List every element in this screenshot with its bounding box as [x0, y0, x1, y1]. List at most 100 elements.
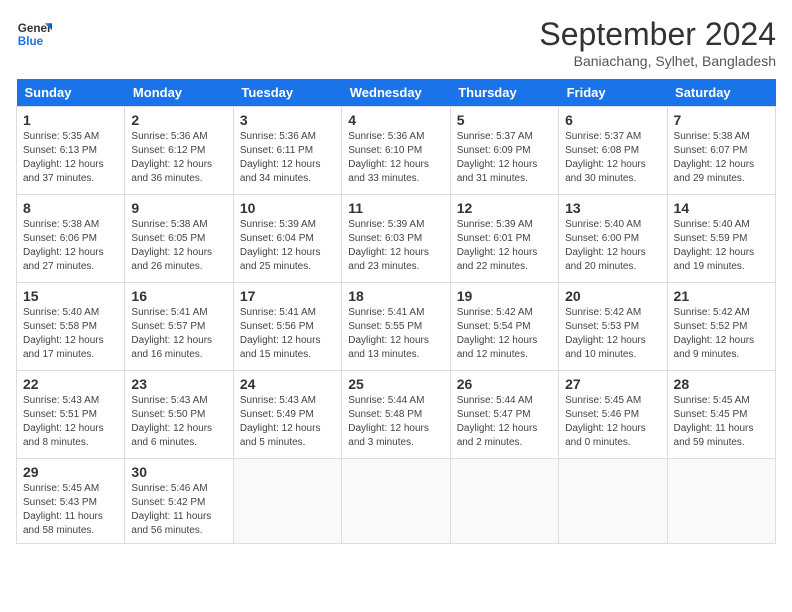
day-info: Sunrise: 5:36 AM Sunset: 6:12 PM Dayligh…: [131, 130, 226, 186]
table-row: 12 Sunrise: 5:39 AM Sunset: 6:01 PM Dayli…: [450, 195, 558, 283]
calendar-title: September 2024: [539, 16, 776, 53]
table-row: 27 Sunrise: 5:45 AM Sunset: 5:46 PM Dayli…: [559, 371, 667, 459]
day-info: Sunrise: 5:42 AM Sunset: 5:54 PM Dayligh…: [457, 306, 552, 362]
table-row: 6 Sunrise: 5:37 AM Sunset: 6:08 PM Daylig…: [559, 107, 667, 195]
day-info: Sunrise: 5:39 AM Sunset: 6:03 PM Dayligh…: [348, 218, 443, 274]
day-number: 28: [674, 376, 769, 392]
day-info: Sunrise: 5:38 AM Sunset: 6:06 PM Dayligh…: [23, 218, 118, 274]
table-row: 26 Sunrise: 5:44 AM Sunset: 5:47 PM Dayli…: [450, 371, 558, 459]
logo: General Blue: [16, 16, 52, 52]
day-number: 30: [131, 464, 226, 480]
day-number: 19: [457, 288, 552, 304]
day-number: 18: [348, 288, 443, 304]
day-info: Sunrise: 5:36 AM Sunset: 6:11 PM Dayligh…: [240, 130, 335, 186]
table-row: [342, 459, 450, 544]
day-number: 5: [457, 112, 552, 128]
day-number: 4: [348, 112, 443, 128]
table-row: 11Sunrise: 5:39 AM Sunset: 6:03 PM Dayli…: [342, 195, 450, 283]
day-number: 22: [23, 376, 118, 392]
table-row: 13 Sunrise: 5:40 AM Sunset: 6:00 PM Dayli…: [559, 195, 667, 283]
table-row: 24 Sunrise: 5:43 AM Sunset: 5:49 PM Dayli…: [233, 371, 341, 459]
day-info: Sunrise: 5:38 AM Sunset: 6:07 PM Dayligh…: [674, 130, 769, 186]
col-monday: Monday: [125, 79, 233, 107]
day-number: 12: [457, 200, 552, 216]
header-row: Sunday Monday Tuesday Wednesday Thursday…: [17, 79, 776, 107]
calendar-week-row: 29Sunrise: 5:45 AM Sunset: 5:43 PM Dayli…: [17, 459, 776, 544]
table-row: 9 Sunrise: 5:38 AM Sunset: 6:05 PM Daylig…: [125, 195, 233, 283]
table-row: 1 Sunrise: 5:35 AM Sunset: 6:13 PM Daylig…: [17, 107, 125, 195]
table-row: [233, 459, 341, 544]
table-row: 5 Sunrise: 5:37 AM Sunset: 6:09 PM Daylig…: [450, 107, 558, 195]
col-wednesday: Wednesday: [342, 79, 450, 107]
day-info: Sunrise: 5:37 AM Sunset: 6:08 PM Dayligh…: [565, 130, 660, 186]
day-number: 7: [674, 112, 769, 128]
day-number: 3: [240, 112, 335, 128]
day-info: Sunrise: 5:37 AM Sunset: 6:09 PM Dayligh…: [457, 130, 552, 186]
table-row: 18 Sunrise: 5:41 AM Sunset: 5:55 PM Dayli…: [342, 283, 450, 371]
day-number: 6: [565, 112, 660, 128]
table-row: 10 Sunrise: 5:39 AM Sunset: 6:04 PM Dayli…: [233, 195, 341, 283]
day-number: 8: [23, 200, 118, 216]
table-row: 14 Sunrise: 5:40 AM Sunset: 5:59 PM Dayli…: [667, 195, 775, 283]
day-info: Sunrise: 5:41 AM Sunset: 5:57 PM Dayligh…: [131, 306, 226, 362]
day-info: Sunrise: 5:43 AM Sunset: 5:50 PM Dayligh…: [131, 394, 226, 450]
table-row: 4 Sunrise: 5:36 AM Sunset: 6:10 PM Daylig…: [342, 107, 450, 195]
day-info: Sunrise: 5:45 AM Sunset: 5:45 PM Dayligh…: [674, 394, 769, 450]
day-number: 15: [23, 288, 118, 304]
table-row: [450, 459, 558, 544]
table-row: 8 Sunrise: 5:38 AM Sunset: 6:06 PM Daylig…: [17, 195, 125, 283]
table-row: 29Sunrise: 5:45 AM Sunset: 5:43 PM Dayli…: [17, 459, 125, 544]
day-info: Sunrise: 5:38 AM Sunset: 6:05 PM Dayligh…: [131, 218, 226, 274]
day-number: 17: [240, 288, 335, 304]
day-number: 1: [23, 112, 118, 128]
table-row: 3 Sunrise: 5:36 AM Sunset: 6:11 PM Daylig…: [233, 107, 341, 195]
day-number: 26: [457, 376, 552, 392]
table-row: 15Sunrise: 5:40 AM Sunset: 5:58 PM Dayli…: [17, 283, 125, 371]
calendar-table: Sunday Monday Tuesday Wednesday Thursday…: [16, 79, 776, 544]
day-info: Sunrise: 5:41 AM Sunset: 5:55 PM Dayligh…: [348, 306, 443, 362]
day-number: 13: [565, 200, 660, 216]
calendar-week-row: 15Sunrise: 5:40 AM Sunset: 5:58 PM Dayli…: [17, 283, 776, 371]
day-number: 16: [131, 288, 226, 304]
col-saturday: Saturday: [667, 79, 775, 107]
table-row: 25Sunrise: 5:44 AM Sunset: 5:48 PM Dayli…: [342, 371, 450, 459]
day-number: 20: [565, 288, 660, 304]
svg-text:Blue: Blue: [18, 35, 44, 48]
day-info: Sunrise: 5:35 AM Sunset: 6:13 PM Dayligh…: [23, 130, 118, 186]
day-info: Sunrise: 5:39 AM Sunset: 6:04 PM Dayligh…: [240, 218, 335, 274]
day-number: 10: [240, 200, 335, 216]
table-row: 19 Sunrise: 5:42 AM Sunset: 5:54 PM Dayli…: [450, 283, 558, 371]
day-number: 27: [565, 376, 660, 392]
table-row: 20 Sunrise: 5:42 AM Sunset: 5:53 PM Dayli…: [559, 283, 667, 371]
table-row: 28 Sunrise: 5:45 AM Sunset: 5:45 PM Dayli…: [667, 371, 775, 459]
day-info: Sunrise: 5:44 AM Sunset: 5:47 PM Dayligh…: [457, 394, 552, 450]
day-number: 14: [674, 200, 769, 216]
day-info: Sunrise: 5:45 AM Sunset: 5:46 PM Dayligh…: [565, 394, 660, 450]
table-row: 16 Sunrise: 5:41 AM Sunset: 5:57 PM Dayli…: [125, 283, 233, 371]
day-number: 9: [131, 200, 226, 216]
table-row: 23Sunrise: 5:43 AM Sunset: 5:50 PM Dayli…: [125, 371, 233, 459]
title-area: September 2024 Baniachang, Sylhet, Bangl…: [539, 16, 776, 69]
day-info: Sunrise: 5:45 AM Sunset: 5:43 PM Dayligh…: [23, 482, 118, 538]
day-info: Sunrise: 5:40 AM Sunset: 6:00 PM Dayligh…: [565, 218, 660, 274]
day-info: Sunrise: 5:42 AM Sunset: 5:52 PM Dayligh…: [674, 306, 769, 362]
day-info: Sunrise: 5:46 AM Sunset: 5:42 PM Dayligh…: [131, 482, 226, 538]
day-info: Sunrise: 5:36 AM Sunset: 6:10 PM Dayligh…: [348, 130, 443, 186]
table-row: 17 Sunrise: 5:41 AM Sunset: 5:56 PM Dayli…: [233, 283, 341, 371]
calendar-week-row: 1 Sunrise: 5:35 AM Sunset: 6:13 PM Daylig…: [17, 107, 776, 195]
table-row: 30 Sunrise: 5:46 AM Sunset: 5:42 PM Dayli…: [125, 459, 233, 544]
col-tuesday: Tuesday: [233, 79, 341, 107]
table-row: 22 Sunrise: 5:43 AM Sunset: 5:51 PM Dayli…: [17, 371, 125, 459]
col-friday: Friday: [559, 79, 667, 107]
logo-icon: General Blue: [16, 16, 52, 52]
day-info: Sunrise: 5:43 AM Sunset: 5:51 PM Dayligh…: [23, 394, 118, 450]
col-sunday: Sunday: [17, 79, 125, 107]
day-info: Sunrise: 5:39 AM Sunset: 6:01 PM Dayligh…: [457, 218, 552, 274]
table-row: 7 Sunrise: 5:38 AM Sunset: 6:07 PM Daylig…: [667, 107, 775, 195]
day-info: Sunrise: 5:42 AM Sunset: 5:53 PM Dayligh…: [565, 306, 660, 362]
day-info: Sunrise: 5:41 AM Sunset: 5:56 PM Dayligh…: [240, 306, 335, 362]
day-number: 25: [348, 376, 443, 392]
day-info: Sunrise: 5:40 AM Sunset: 5:59 PM Dayligh…: [674, 218, 769, 274]
day-info: Sunrise: 5:43 AM Sunset: 5:49 PM Dayligh…: [240, 394, 335, 450]
day-number: 24: [240, 376, 335, 392]
